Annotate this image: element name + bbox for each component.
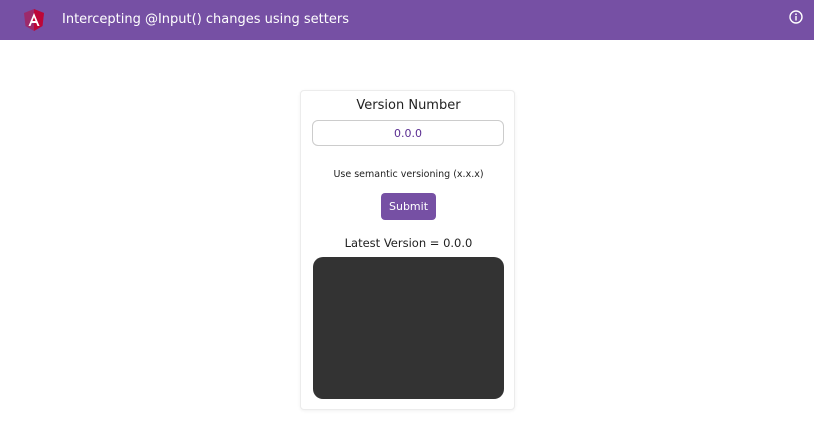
- version-number-label: Version Number: [356, 98, 461, 113]
- info-circle-icon[interactable]: [789, 10, 803, 24]
- version-card: Version Number Use semantic versioning (…: [300, 90, 515, 410]
- version-display-panel: [313, 257, 504, 399]
- latest-version-text: Latest Version = 0.0.0: [344, 236, 473, 250]
- page-title: Intercepting @Input() changes using sett…: [62, 12, 349, 27]
- app-header: Intercepting @Input() changes using sett…: [0, 0, 814, 40]
- submit-button[interactable]: Submit: [381, 193, 436, 220]
- version-input[interactable]: [312, 120, 504, 146]
- semantic-versioning-hint: Use semantic versioning (x.x.x): [333, 169, 484, 180]
- angular-logo-icon: [24, 9, 44, 31]
